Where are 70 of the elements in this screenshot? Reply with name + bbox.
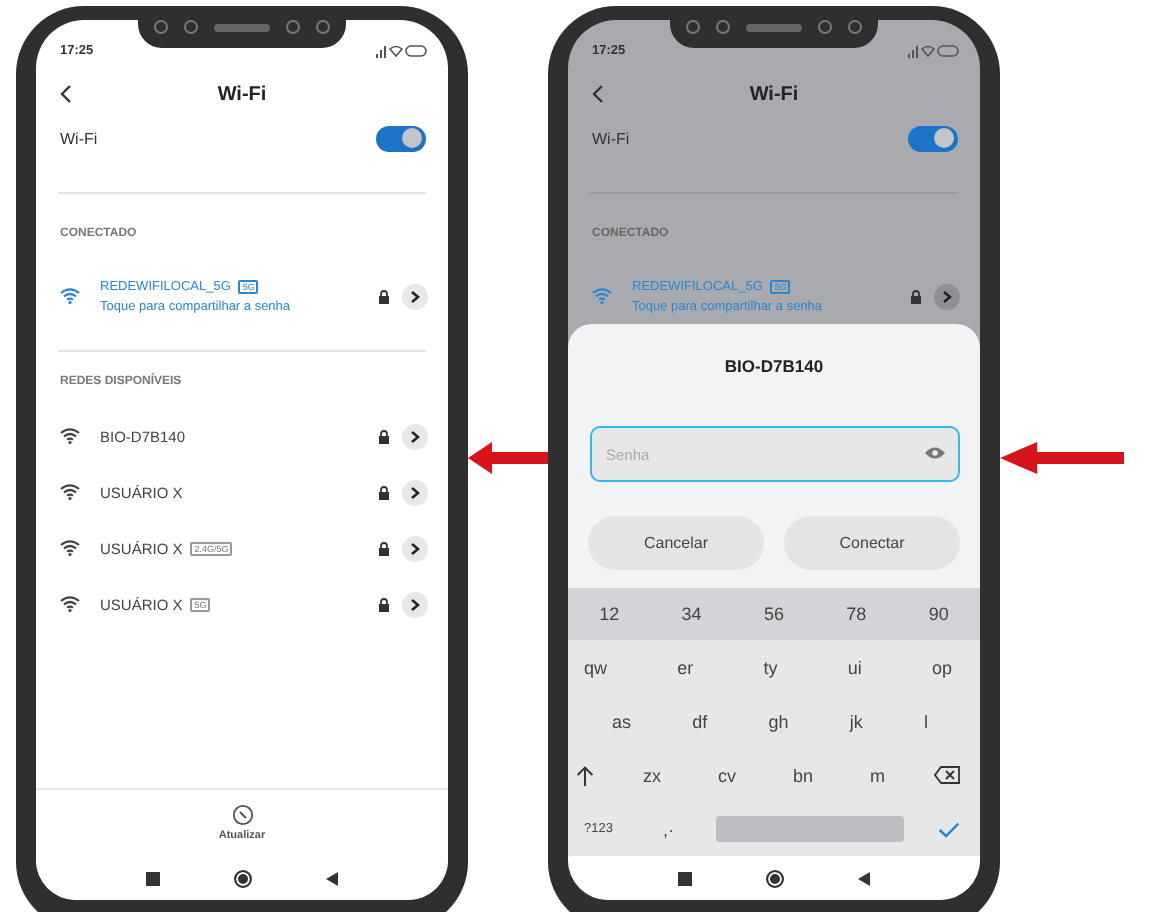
wifi-signal-icon	[60, 288, 80, 304]
keyboard-key[interactable]: ty	[755, 657, 786, 677]
keyboard-key[interactable]: bn	[784, 765, 821, 785]
refresh-icon[interactable]	[231, 804, 253, 826]
keyboard-key[interactable]: l	[915, 711, 936, 731]
keyboard-key[interactable]: cv	[709, 765, 744, 785]
dialog-button[interactable]: Conectar	[784, 516, 960, 570]
keyboard-key[interactable]: 12	[591, 604, 628, 624]
wifi-label: Wi-Fi	[60, 129, 98, 147]
keyboard-key[interactable]: 56	[755, 604, 792, 624]
keyboard-key[interactable]: er	[669, 657, 702, 677]
keyboard-key[interactable]: ui	[839, 657, 870, 677]
dialog-button[interactable]: Cancelar	[588, 516, 764, 570]
wifi-label: Wi-Fi	[592, 129, 630, 147]
wifi-signal-icon	[60, 596, 80, 612]
details-button[interactable]	[402, 591, 428, 617]
check-icon[interactable]	[937, 821, 960, 837]
back-icon[interactable]	[60, 84, 72, 104]
back-icon[interactable]	[592, 84, 604, 104]
chevron-icon	[410, 541, 420, 555]
chevron-icon	[410, 485, 420, 499]
details-button[interactable]	[402, 479, 428, 505]
keyboard-key[interactable]: df	[684, 711, 716, 731]
page-title: Wi-Fi	[749, 83, 799, 105]
lock-icon	[378, 597, 390, 611]
chevron-icon	[410, 597, 420, 611]
keyboard-key[interactable]: 78	[838, 604, 875, 624]
details-button[interactable]	[402, 423, 428, 449]
lock-icon	[378, 485, 390, 499]
keyboard-key[interactable]: gh	[760, 711, 797, 731]
recent-apps-icon[interactable]	[146, 871, 160, 885]
left-arrow	[1000, 442, 1124, 474]
keyboard-key[interactable]: qw	[576, 657, 616, 677]
wifi-signal-icon	[60, 484, 80, 500]
keyboard-key[interactable]: jk	[841, 711, 871, 731]
backspace-icon[interactable]	[933, 766, 960, 784]
chevron-icon	[942, 289, 952, 303]
details-button[interactable]	[402, 283, 428, 309]
keyboard-key[interactable]: 90	[920, 604, 957, 624]
keyboard-key[interactable]: op	[923, 657, 960, 677]
back-triangle-icon[interactable]	[326, 871, 338, 885]
dialog-title: BIO-D7B140	[722, 354, 826, 380]
status-icons	[908, 43, 960, 57]
home-icon[interactable]	[766, 869, 784, 887]
details-button[interactable]	[934, 283, 960, 309]
wifi-signal-icon	[592, 288, 612, 304]
lock-icon	[378, 429, 390, 443]
eye-icon[interactable]	[924, 446, 946, 460]
chevron-icon	[410, 429, 420, 443]
keyboard-key[interactable]: m	[861, 765, 893, 785]
keyboard-key[interactable]: zx	[634, 765, 669, 785]
wifi-toggle[interactable]	[908, 125, 958, 151]
recent-apps-icon[interactable]	[678, 871, 692, 885]
chevron-icon	[410, 289, 420, 303]
left-arrow	[468, 442, 548, 474]
keyboard-key[interactable]: as	[604, 711, 640, 731]
keyboard-key[interactable]: 34	[673, 604, 710, 624]
wifi-signal-icon	[60, 428, 80, 444]
lock-icon	[910, 289, 922, 303]
wifi-toggle[interactable]	[376, 125, 426, 151]
lock-icon	[378, 541, 390, 555]
page-title: Wi-Fi	[217, 83, 267, 105]
status-icons	[376, 43, 428, 57]
home-icon[interactable]	[234, 869, 252, 887]
details-button[interactable]	[402, 535, 428, 561]
back-triangle-icon[interactable]	[858, 871, 870, 885]
shift-icon[interactable]	[576, 765, 594, 785]
keyboard-key[interactable]: ,·	[654, 819, 682, 839]
lock-icon	[378, 289, 390, 303]
wifi-signal-icon	[60, 540, 80, 556]
